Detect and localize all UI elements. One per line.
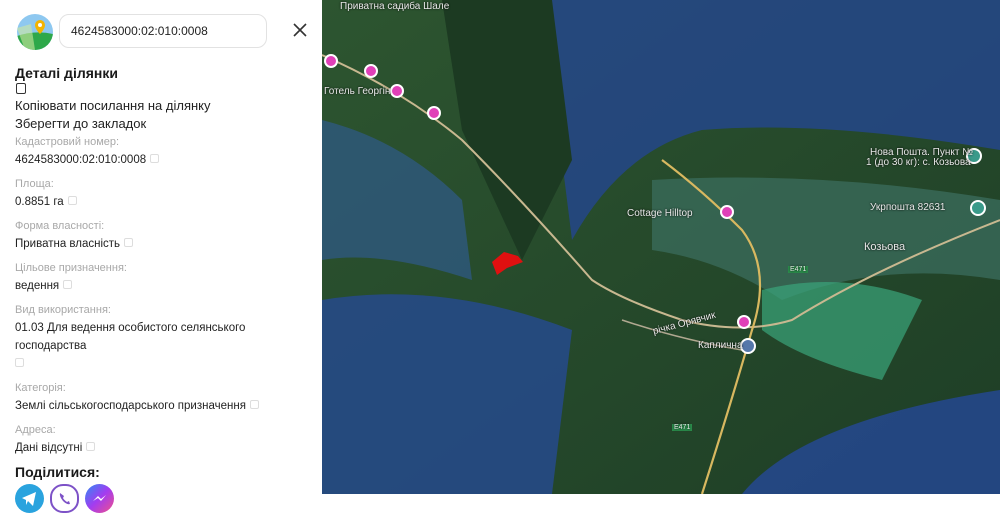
satellite-map[interactable]: Приватна садиба Шале Готель Георгін Cott… bbox=[322, 0, 1000, 494]
field-usage: Вид використання: 01.03 Для ведення особи… bbox=[15, 302, 315, 372]
field-purpose: Цільове призначення: ведення bbox=[15, 262, 127, 292]
hotel-marker-icon[interactable] bbox=[324, 54, 338, 68]
parcel-panel: 4624583000:02:010:0008 Деталі ділянки Ко… bbox=[0, 0, 322, 513]
field-category: Категорія: Землі сільськогосподарського п… bbox=[15, 380, 315, 414]
copy-icon[interactable] bbox=[124, 238, 134, 248]
viber-share-button[interactable] bbox=[50, 484, 79, 513]
map-label-village: Козьова bbox=[864, 241, 906, 253]
road-badge: E471 bbox=[788, 266, 809, 273]
hotel-marker-icon[interactable] bbox=[427, 106, 441, 120]
copy-icon[interactable] bbox=[150, 154, 160, 164]
app-logo[interactable] bbox=[17, 14, 53, 50]
share-title: Поділитися: bbox=[15, 464, 100, 480]
map-label-cottage: Cottage Hilltop bbox=[627, 208, 693, 219]
close-icon[interactable] bbox=[290, 20, 310, 40]
copy-icon[interactable] bbox=[16, 83, 26, 94]
hotel-marker-icon[interactable] bbox=[364, 64, 378, 78]
field-area: Площа: 0.8851 га bbox=[15, 176, 315, 210]
hotel-marker-icon[interactable] bbox=[737, 315, 751, 329]
field-address: Адреса: Дані відсутні bbox=[15, 422, 315, 456]
field-cadastral: Кадастровий номер: 4624583000:02:010:0008 bbox=[15, 134, 315, 168]
map-label-chapel: Каплична bbox=[698, 340, 743, 351]
hotel-marker-icon[interactable] bbox=[390, 84, 404, 98]
copy-icon[interactable] bbox=[63, 280, 73, 290]
copy-icon[interactable] bbox=[86, 442, 96, 452]
copy-icon[interactable] bbox=[67, 196, 77, 206]
copy-icon[interactable] bbox=[15, 358, 24, 368]
cottage-marker-icon[interactable] bbox=[720, 205, 734, 219]
telegram-share-button[interactable] bbox=[15, 484, 44, 513]
messenger-share-button[interactable] bbox=[85, 484, 114, 513]
map-label-top: Приватна садиба Шале bbox=[340, 1, 450, 12]
copy-link-button[interactable]: Копіювати посилання на ділянку bbox=[15, 97, 315, 115]
map-label-nova2: 1 (до 30 кг): с. Козьова bbox=[866, 157, 971, 168]
post-office-marker-icon[interactable] bbox=[970, 200, 986, 216]
map-label-hotel: Готель Георгін bbox=[324, 86, 391, 97]
bookmark-button[interactable]: Зберегти до закладок bbox=[15, 115, 315, 133]
copy-icon[interactable] bbox=[249, 400, 259, 410]
map-label-ukrposhta: Укрпошта 82631 bbox=[870, 202, 946, 213]
field-ownership: Форма власності: Приватна власність bbox=[15, 218, 315, 252]
details-title: Деталі ділянки bbox=[15, 65, 118, 81]
road-badge: E471 bbox=[672, 424, 693, 431]
cadastral-search-input[interactable]: 4624583000:02:010:0008 bbox=[59, 14, 267, 48]
